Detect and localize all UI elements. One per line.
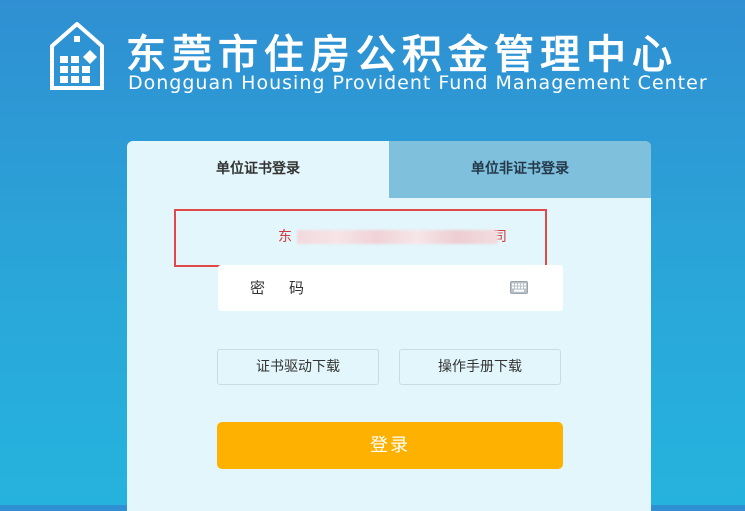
manual-download-button[interactable]: 操作手册下载 (399, 349, 561, 385)
highlight-annotation (174, 209, 547, 267)
keyboard-icon[interactable] (510, 281, 528, 294)
password-field[interactable]: 密码 (218, 265, 563, 311)
login-button[interactable]: 登录 (217, 422, 563, 469)
password-label: 密码 (250, 279, 329, 297)
certificate-driver-download-button[interactable]: 证书驱动下载 (217, 349, 379, 385)
site-header: 东莞市住房公积金管理中心 Dongguan Housing Provident … (50, 18, 730, 98)
login-card: 单位证书登录 单位非证书登录 东司 密码 证书驱动下载 操作手册下载 登录 (127, 141, 651, 511)
house-building-icon (50, 22, 104, 90)
site-title-en: Dongguan Housing Provident Fund Manageme… (128, 72, 708, 94)
login-tabs: 单位证书登录 单位非证书登录 (127, 141, 651, 198)
password-input[interactable] (348, 273, 502, 305)
tab-non-certificate-login[interactable]: 单位非证书登录 (389, 141, 651, 198)
tab-certificate-login[interactable]: 单位证书登录 (127, 141, 389, 198)
